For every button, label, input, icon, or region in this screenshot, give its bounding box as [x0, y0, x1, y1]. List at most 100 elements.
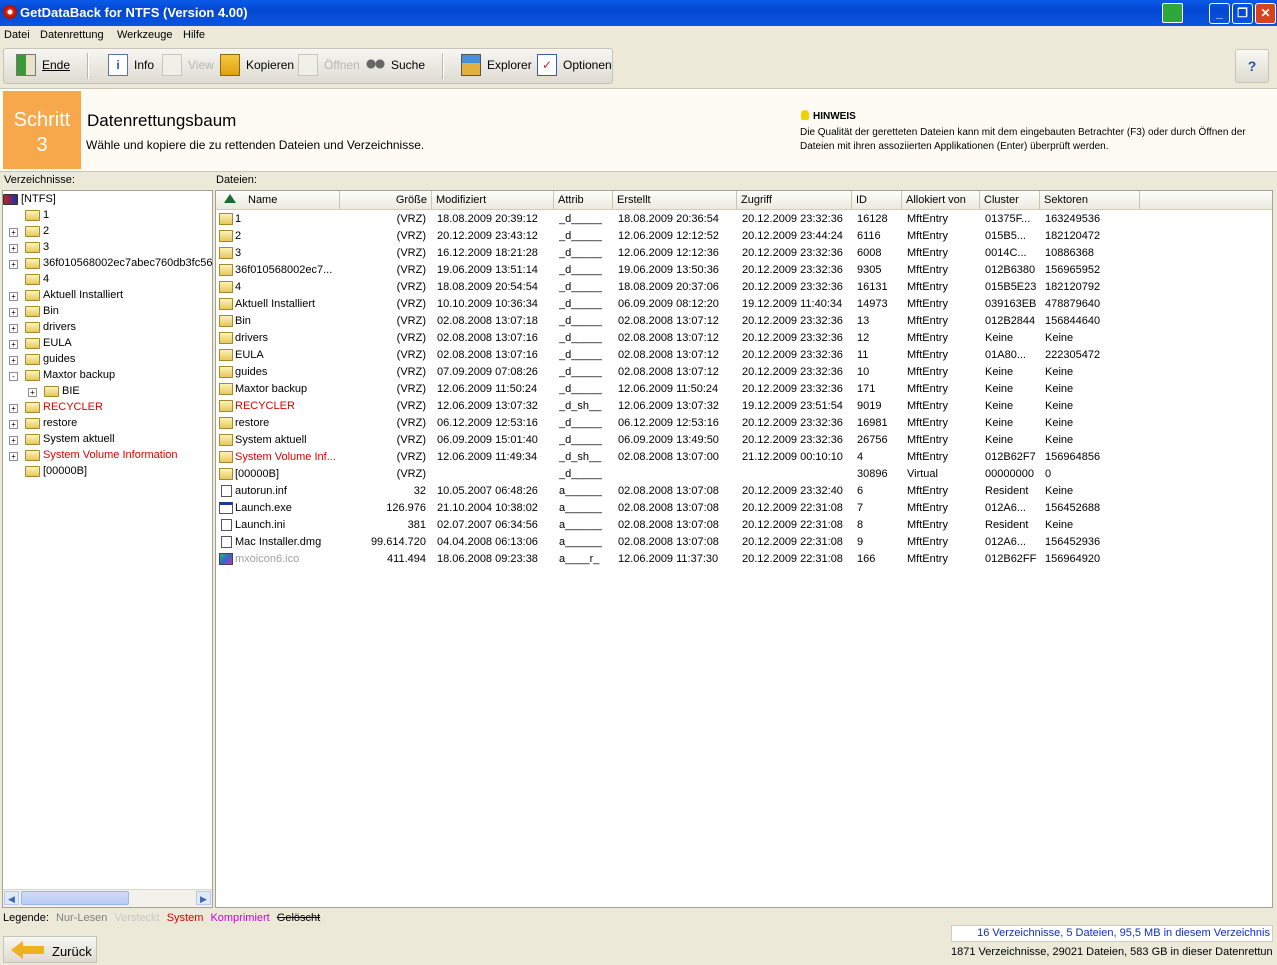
tree-node[interactable]: +2: [3, 224, 212, 240]
expand-icon[interactable]: +: [9, 452, 18, 461]
cell-modified: 02.08.2008 13:07:16: [437, 332, 538, 344]
expand-icon[interactable]: +: [9, 404, 18, 413]
tree-node[interactable]: 4: [3, 272, 212, 288]
file-row[interactable]: Maxtor backup (VRZ) 12.06.2009 11:50:24 _d_…: [216, 381, 1272, 398]
file-row[interactable]: 3 (VRZ) 16.12.2009 18:21:28 _d_____ 12.06.20…: [216, 245, 1272, 262]
menu-werkzeuge[interactable]: Werkzeuge: [117, 29, 172, 41]
expand-icon[interactable]: +: [9, 324, 18, 333]
tree-node[interactable]: + guides: [3, 352, 212, 368]
file-row[interactable]: 2 (VRZ) 20.12.2009 23:43:12 _d_____ 12.06.20…: [216, 228, 1272, 245]
tree-node[interactable]: + RECYCLER: [3, 400, 212, 416]
cell-name: restore: [235, 417, 270, 429]
kopieren-button[interactable]: Kopieren: [220, 52, 294, 78]
oeffnen-button[interactable]: Öffnen: [298, 52, 360, 78]
expand-icon[interactable]: +: [9, 292, 18, 301]
file-row[interactable]: restore (VRZ) 06.12.2009 12:53:16 _d_____ 06…: [216, 415, 1272, 432]
file-row[interactable]: 1 (VRZ) 18.08.2009 20:39:12 _d_____ 18.08.20…: [216, 211, 1272, 228]
tree-node[interactable]: + System aktuell: [3, 432, 212, 448]
directory-tree[interactable]: [NTFS] 1 +2 +3 +36f010568002ec7abec760db3fc5…: [2, 190, 213, 908]
tree-node[interactable]: + BIE: [3, 384, 212, 400]
tree-node[interactable]: + EULA: [3, 336, 212, 352]
tree-node[interactable]: 1: [3, 208, 212, 224]
file-row[interactable]: [00000B] (VRZ) _d_____ 30896 Virtual 00000000…: [216, 466, 1272, 483]
cell-attrib: _d_____: [559, 383, 602, 395]
file-row[interactable]: System aktuell (VRZ) 06.09.2009 15:01:40 _d…: [216, 432, 1272, 449]
expand-icon[interactable]: +: [28, 388, 37, 397]
expand-icon[interactable]: +: [9, 260, 18, 269]
file-row[interactable]: drivers (VRZ) 02.08.2008 13:07:16 _d_____ 02…: [216, 330, 1272, 347]
back-button[interactable]: Zurück: [3, 936, 97, 963]
column-header-sectors[interactable]: Sektoren: [1040, 191, 1140, 209]
page-title: Datenrettungsbaum: [87, 111, 237, 130]
cell-cluster: 012B62F7: [985, 451, 1036, 463]
close-button[interactable]: ✕: [1255, 3, 1276, 24]
column-header-size[interactable]: Größe: [340, 191, 432, 209]
expand-icon[interactable]: +: [9, 340, 18, 349]
expand-icon[interactable]: +: [9, 244, 18, 253]
file-row[interactable]: 36f010568002ec7... (VRZ) 19.06.2009 13:51:…: [216, 262, 1272, 279]
file-row[interactable]: Aktuell Installiert (VRZ) 10.10.2009 10:36…: [216, 296, 1272, 313]
view-button[interactable]: View: [162, 52, 214, 78]
folder-icon: [219, 264, 233, 276]
column-header-accessed[interactable]: Zugriff: [737, 191, 852, 209]
scroll-left-icon[interactable]: ◀: [4, 891, 19, 905]
file-row[interactable]: autorun.inf 32 10.05.2007 06:48:26 a______ 0…: [216, 483, 1272, 500]
column-header-id[interactable]: ID: [852, 191, 902, 209]
tree-node[interactable]: + restore: [3, 416, 212, 432]
menu-datenrettung[interactable]: Datenrettung: [40, 29, 104, 41]
file-row[interactable]: RECYCLER (VRZ) 12.06.2009 13:07:32 _d_sh__ 1…: [216, 398, 1272, 415]
column-header-attrib[interactable]: Attrib: [554, 191, 613, 209]
tree-node[interactable]: +36f010568002ec7abec760db3fc566: [3, 256, 212, 272]
file-row[interactable]: System Volume Inf... (VRZ) 12.06.2009 11:4…: [216, 449, 1272, 466]
cell-id: 6008: [857, 247, 882, 259]
expand-icon[interactable]: +: [9, 420, 18, 429]
tree-node[interactable]: + System Volume Information: [3, 448, 212, 464]
file-row[interactable]: 4 (VRZ) 18.08.2009 20:54:54 _d_____ 18.08.20…: [216, 279, 1272, 296]
collapse-icon[interactable]: -: [9, 372, 18, 381]
cell-cluster: Resident: [985, 519, 1029, 531]
tree-node[interactable]: + Bin: [3, 304, 212, 320]
minimize-button[interactable]: _: [1209, 3, 1230, 24]
file-row[interactable]: Mac Installer.dmg 99.614.720 04.04.2008 06…: [216, 534, 1272, 551]
file-row[interactable]: guides (VRZ) 07.09.2009 07:08:26 _d_____ 02.…: [216, 364, 1272, 381]
expand-icon[interactable]: +: [9, 228, 18, 237]
file-row[interactable]: mxoicon6.ico 411.494 18.06.2008 09:23:38 a_…: [216, 551, 1272, 568]
status-directory: 16 Verzeichnisse, 5 Dateien, 95,5 MB in …: [951, 925, 1273, 942]
explorer-button[interactable]: Explorer: [461, 52, 532, 78]
scroll-thumb[interactable]: [21, 891, 129, 905]
ende-button[interactable]: Ende: [16, 52, 76, 78]
app-icon[interactable]: [3, 5, 17, 19]
menu-datei[interactable]: Datei: [4, 29, 30, 41]
file-row[interactable]: EULA (VRZ) 02.08.2008 13:07:16 _d_____ 02.08…: [216, 347, 1272, 364]
scroll-right-icon[interactable]: ▶: [196, 891, 211, 905]
column-header-modified[interactable]: Modifiziert: [432, 191, 554, 209]
column-header-created[interactable]: Erstellt: [613, 191, 737, 209]
printer-tray-icon[interactable]: [1162, 3, 1183, 23]
restore-button[interactable]: ❐: [1232, 3, 1253, 24]
info-button[interactable]: i Info: [108, 52, 156, 78]
tree-node[interactable]: + drivers: [3, 320, 212, 336]
expand-icon[interactable]: +: [9, 356, 18, 365]
file-row[interactable]: Launch.exe 126.976 21.10.2004 10:38:02 a___…: [216, 500, 1272, 517]
column-header-cluster[interactable]: Cluster: [980, 191, 1040, 209]
optionen-button[interactable]: ✓ Optionen: [537, 52, 612, 78]
tree-node[interactable]: [NTFS]: [3, 192, 212, 208]
tree-horizontal-scrollbar[interactable]: ◀ ▶: [3, 889, 212, 907]
tree-node[interactable]: - Maxtor backup: [3, 368, 212, 384]
tree-node[interactable]: [00000B]: [3, 464, 212, 480]
help-button[interactable]: ?: [1235, 49, 1269, 83]
file-list[interactable]: Name Größe Modifiziert Attrib Erstellt Zugrif…: [215, 190, 1273, 908]
explorer-icon: [461, 54, 481, 76]
cell-accessed: 20.12.2009 22:31:08: [742, 519, 843, 531]
tree-node[interactable]: + Aktuell Installiert: [3, 288, 212, 304]
sort-up-arrow-icon[interactable]: [224, 194, 236, 203]
file-row[interactable]: Launch.ini 381 02.07.2007 06:34:56 a______ 0…: [216, 517, 1272, 534]
menu-hilfe[interactable]: Hilfe: [183, 29, 205, 41]
cell-cluster: 012B62FF: [985, 553, 1037, 565]
file-row[interactable]: Bin (VRZ) 02.08.2008 13:07:18 _d_____ 02.08.…: [216, 313, 1272, 330]
expand-icon[interactable]: +: [9, 308, 18, 317]
suche-button[interactable]: Suche: [365, 52, 427, 78]
tree-node[interactable]: +3: [3, 240, 212, 256]
expand-icon[interactable]: +: [9, 436, 18, 445]
column-header-allocated-by[interactable]: Allokiert von: [902, 191, 980, 209]
